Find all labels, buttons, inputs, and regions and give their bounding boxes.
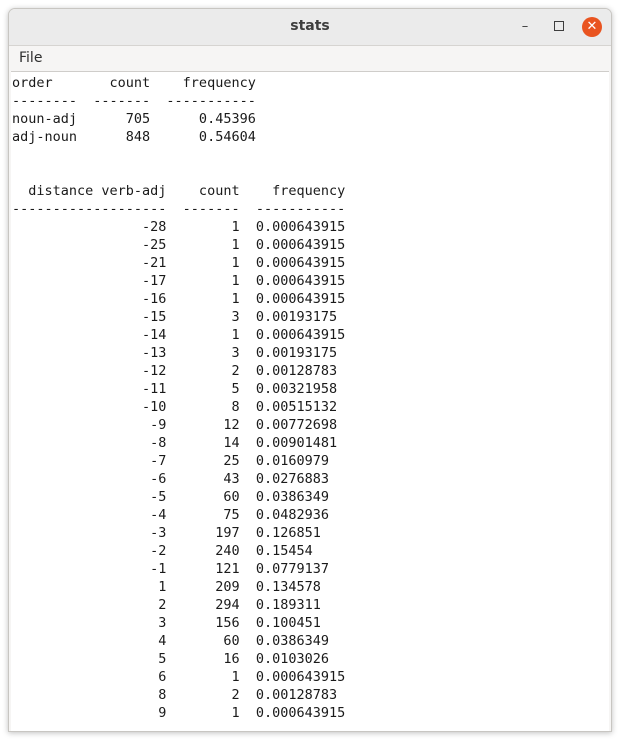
output-line: -6 43 0.0276883 xyxy=(12,471,329,487)
stats-output-text: order count frequency -------- ------- --… xyxy=(12,74,345,722)
output-line: -1 121 0.0779137 xyxy=(12,561,329,577)
output-line: distance verb-adj count frequency xyxy=(12,183,346,199)
output-line: -16 1 0.000643915 xyxy=(12,291,346,307)
output-line: adj-noun 848 0.54604 xyxy=(12,129,256,145)
output-line: 1 209 0.134578 xyxy=(12,579,321,595)
output-line: -4 75 0.0482936 xyxy=(12,507,329,523)
output-line: -17 1 0.000643915 xyxy=(12,273,346,289)
output-line: 3 156 0.100451 xyxy=(12,615,321,631)
output-line: -2 240 0.15454 xyxy=(12,543,313,559)
output-line: 9 1 0.000643915 xyxy=(12,705,346,721)
minimize-button[interactable]: – xyxy=(515,17,535,37)
output-line: -12 2 0.00128783 xyxy=(12,363,338,379)
menu-file[interactable]: File xyxy=(19,50,42,66)
output-line: -9 12 0.00772698 xyxy=(12,417,338,433)
output-line: order count frequency xyxy=(12,75,256,91)
output-line: -3 197 0.126851 xyxy=(12,525,321,541)
output-line: -5 60 0.0386349 xyxy=(12,489,329,505)
output-line: 6 1 0.000643915 xyxy=(12,669,346,685)
maximize-icon xyxy=(554,20,564,31)
output-line: -21 1 0.000643915 xyxy=(12,255,346,271)
output-line: -------- ------- ----------- xyxy=(12,93,256,109)
output-line: 4 60 0.0386349 xyxy=(12,633,329,649)
output-line: noun-adj 705 0.45396 xyxy=(12,111,256,127)
output-line: -10 8 0.00515132 xyxy=(12,399,338,415)
output-line: -13 3 0.00193175 xyxy=(12,345,338,361)
output-line: -25 1 0.000643915 xyxy=(12,237,346,253)
output-line: -15 3 0.00193175 xyxy=(12,309,338,325)
output-line: -14 1 0.000643915 xyxy=(12,327,346,343)
text-area[interactable]: order count frequency -------- ------- --… xyxy=(11,71,609,731)
output-line: 2 294 0.189311 xyxy=(12,597,321,613)
output-line: 8 2 0.00128783 xyxy=(12,687,338,703)
output-line: -7 25 0.0160979 xyxy=(12,453,329,469)
maximize-button[interactable] xyxy=(549,17,569,37)
title-bar[interactable]: stats – ✕ xyxy=(9,9,611,46)
output-line: ------------------- ------- ----------- xyxy=(12,201,346,217)
close-button[interactable]: ✕ xyxy=(582,17,602,37)
output-line: 5 16 0.0103026 xyxy=(12,651,329,667)
stats-window: stats – ✕ File order count frequency ----… xyxy=(8,8,612,732)
output-line: -8 14 0.00901481 xyxy=(12,435,338,451)
output-line: -28 1 0.000643915 xyxy=(12,219,346,235)
menu-bar: File xyxy=(9,46,611,72)
output-line: -11 5 0.00321958 xyxy=(12,381,338,397)
